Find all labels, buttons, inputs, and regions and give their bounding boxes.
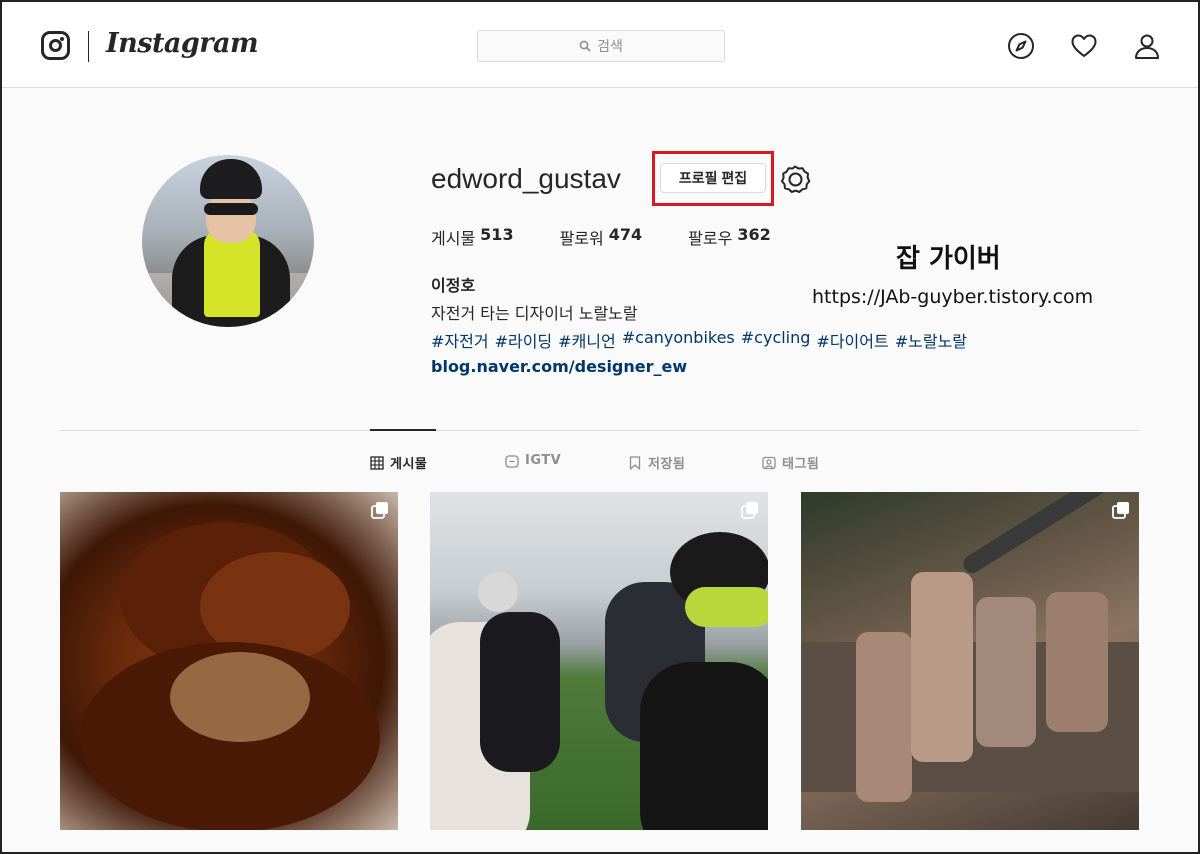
tab-label: IGTV	[525, 453, 562, 468]
photo-shape	[170, 652, 310, 742]
profile-username: edword_gustav	[431, 163, 621, 194]
photo-shape	[640, 662, 768, 830]
photo-shape	[976, 597, 1036, 747]
stat-value: 513	[480, 225, 514, 244]
bookmark-icon	[629, 455, 641, 470]
stat-posts: 게시물 513	[431, 225, 514, 249]
tab-tagged[interactable]: 태그됨	[762, 453, 819, 472]
photo-shape	[478, 572, 518, 612]
person-icon[interactable]	[1133, 32, 1161, 60]
avatar-glasses	[204, 203, 258, 215]
hashtag-link[interactable]: #캐니언	[558, 328, 616, 352]
compass-icon[interactable]	[1007, 32, 1035, 60]
profile-full-name: 이정호	[431, 276, 476, 295]
gear-icon[interactable]	[779, 163, 811, 195]
instagram-glyph-icon[interactable]	[41, 31, 70, 60]
edit-profile-button[interactable]: 프로필 편집	[660, 163, 766, 193]
profile-avatar[interactable]	[142, 155, 314, 327]
carousel-icon	[1112, 502, 1129, 519]
post-thumbnail[interactable]	[430, 492, 768, 830]
tag-person-icon	[762, 456, 776, 469]
hashtag-link[interactable]: #자전거	[431, 328, 489, 352]
photo-shape	[959, 492, 1123, 577]
stat-value: 362	[737, 225, 771, 244]
tab-label: 태그됨	[782, 457, 820, 472]
instagram-wordmark[interactable]: Instagram	[106, 28, 259, 68]
carousel-icon	[741, 502, 758, 519]
igtv-icon	[505, 454, 519, 468]
photo-shape	[685, 587, 768, 627]
hashtag-link[interactable]: #cycling	[741, 328, 811, 352]
profile-bio: 자전거 타는 디자이너 노랄노랄	[431, 304, 638, 323]
top-nav-bar: Instagram 검색	[2, 2, 1198, 88]
watermark-url: https://JAb-guyber.tistory.com	[812, 286, 1094, 308]
tab-active-indicator	[370, 429, 436, 431]
hashtag-link[interactable]: #노랄노랄	[895, 328, 967, 352]
search-icon	[579, 40, 591, 52]
profile-hashtags: #자전거 #라이딩 #캐니언 #canyonbikes #cycling #다이…	[431, 328, 967, 352]
photo-shape	[911, 572, 973, 762]
search-placeholder: 검색	[597, 39, 623, 55]
stat-label: 게시물	[431, 229, 476, 248]
stat-label: 팔로우	[688, 229, 733, 248]
stat-followers[interactable]: 팔로워 474	[560, 225, 643, 249]
tab-igtv[interactable]: IGTV	[505, 453, 561, 468]
hashtag-link[interactable]: #라이딩	[495, 328, 553, 352]
search-input[interactable]: 검색	[477, 30, 725, 62]
tab-posts[interactable]: 게시물	[370, 453, 427, 472]
photo-shape	[480, 612, 560, 772]
logo-divider	[88, 31, 89, 62]
stat-value: 474	[608, 225, 643, 244]
watermark-title: 잡 가이버	[896, 244, 1001, 274]
post-thumbnail[interactable]	[60, 492, 398, 830]
tab-label: 저장됨	[648, 457, 686, 472]
grid-icon	[370, 455, 384, 470]
photo-shape	[856, 632, 912, 802]
heart-icon[interactable]	[1070, 32, 1098, 60]
photo-shape	[1046, 592, 1108, 732]
tab-saved[interactable]: 저장됨	[628, 453, 685, 472]
hashtag-link[interactable]: #canyonbikes	[622, 328, 735, 352]
profile-stats: 게시물 513 팔로워 474 팔로우 362	[431, 225, 771, 249]
carousel-icon	[371, 502, 388, 519]
stat-label: 팔로워	[559, 229, 604, 248]
profile-website-link[interactable]: blog.naver.com/designer_ew	[431, 357, 687, 376]
tab-divider	[60, 430, 1139, 431]
tab-label: 게시물	[390, 457, 428, 472]
avatar-helmet	[200, 159, 262, 199]
post-thumbnail[interactable]	[801, 492, 1139, 830]
hashtag-link[interactable]: #다이어트	[816, 328, 888, 352]
stat-following[interactable]: 팔로우 362	[688, 225, 771, 249]
